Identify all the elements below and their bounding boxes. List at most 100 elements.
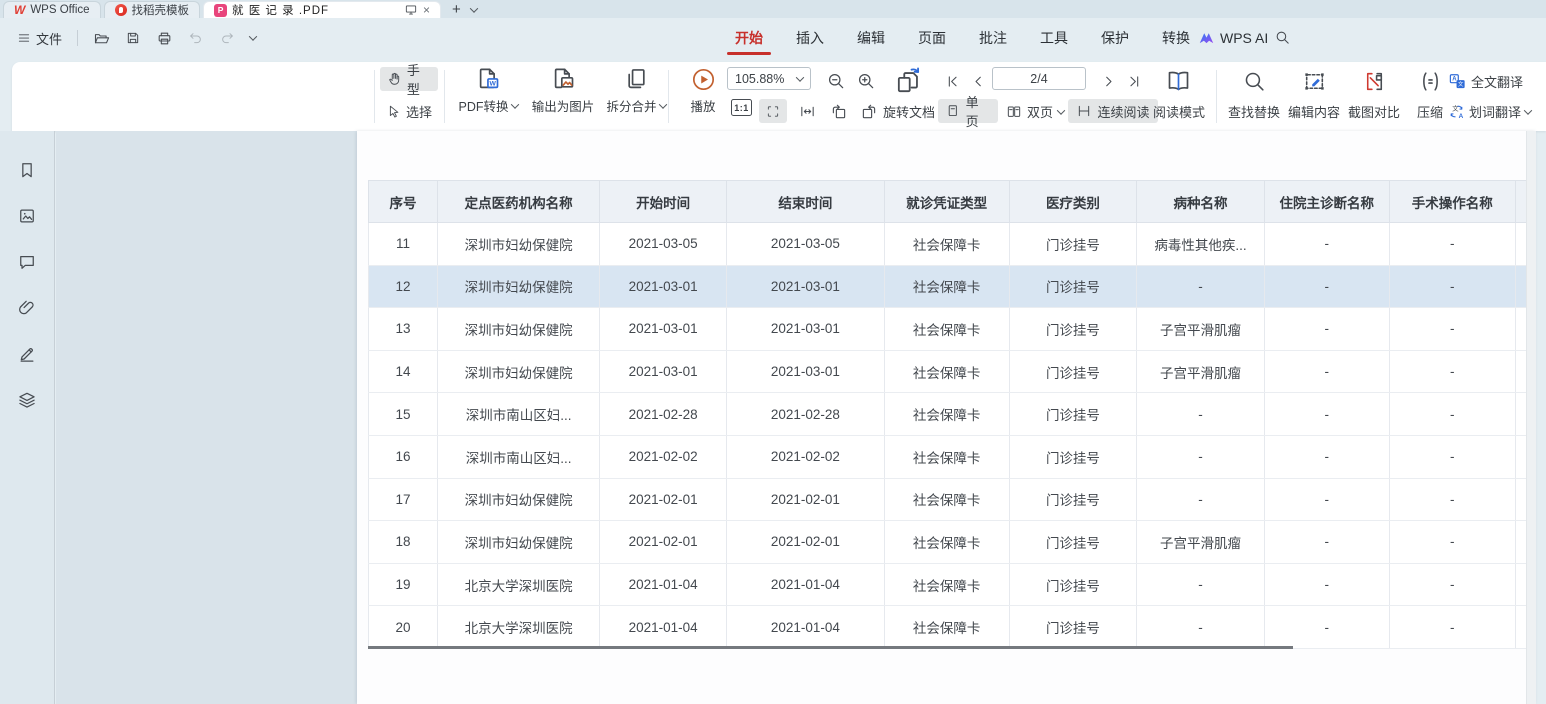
comments-panel-button[interactable]: [14, 249, 40, 275]
tab-wps-office[interactable]: W WPS Office: [3, 1, 101, 18]
next-page-button[interactable]: [1096, 67, 1120, 95]
side-icon-rail: [0, 131, 55, 704]
read-mode-button[interactable]: 阅读模式: [1148, 99, 1210, 124]
table-cell: 2021-01-04: [727, 606, 884, 649]
cursor-icon: [386, 104, 401, 119]
zoom-level-input[interactable]: 105.88%: [727, 67, 811, 90]
redo-button[interactable]: [216, 28, 238, 48]
actual-size-button[interactable]: 1:1: [731, 99, 752, 116]
svg-text:A: A: [1459, 113, 1464, 120]
compress-icon-button[interactable]: [1410, 67, 1450, 95]
table-cell: -: [1389, 265, 1515, 308]
play-button[interactable]: 播放: [676, 66, 730, 126]
single-page-label: 单页: [966, 92, 991, 130]
bookmarks-panel-button[interactable]: [14, 157, 40, 183]
read-mode-icon-button[interactable]: [1160, 67, 1196, 95]
edit-content-button[interactable]: 编辑内容: [1284, 99, 1344, 124]
tab-list-chevron-icon[interactable]: [466, 1, 482, 18]
zoom-out-button[interactable]: [822, 67, 850, 95]
open-file-button[interactable]: [90, 28, 113, 49]
new-tab-button[interactable]: +: [447, 1, 466, 18]
navigation-panel[interactable]: [56, 131, 357, 704]
menu-protect[interactable]: 保护: [1099, 19, 1131, 57]
menu-home[interactable]: 开始: [733, 19, 765, 57]
rotate-left-icon: [830, 103, 848, 121]
menu-insert[interactable]: 插入: [794, 19, 826, 57]
fit-page-button[interactable]: [759, 99, 787, 123]
rotate-document-icon-button[interactable]: [888, 67, 928, 95]
word-translate-button[interactable]: 文A 划词翻译: [1448, 99, 1546, 124]
menu-annotate[interactable]: 批注: [977, 19, 1009, 57]
screenshot-compare-button[interactable]: 截图对比: [1344, 99, 1404, 124]
find-replace-icon-button[interactable]: [1234, 67, 1274, 95]
tab-docer-templates[interactable]: 找稻壳模板: [104, 1, 201, 18]
compress-button[interactable]: 压缩: [1410, 99, 1450, 124]
tab-document-pdf[interactable]: P 就 医 记 录 .PDF ×: [203, 1, 441, 18]
table-cell: -: [1264, 350, 1389, 393]
export-image-button[interactable]: 输出为图片: [526, 66, 600, 126]
table-cell: -: [1389, 393, 1515, 436]
word-translate-icon: 文A: [1448, 103, 1465, 120]
table-cell: 社会保障卡: [884, 265, 1009, 308]
table-cell: 社会保障卡: [884, 308, 1009, 351]
image-icon: [17, 206, 37, 226]
save-button[interactable]: [122, 28, 144, 48]
select-tool-button[interactable]: 选择: [382, 99, 436, 124]
pdf-page[interactable]: 序号定点医药机构名称开始时间结束时间就诊凭证类型医疗类别病种名称住院主诊断名称手…: [357, 131, 1536, 704]
split-merge-button[interactable]: 拆分合并: [600, 66, 672, 126]
undo-button[interactable]: [185, 28, 207, 48]
menu-page[interactable]: 页面: [916, 19, 948, 57]
table-cell: 门诊挂号: [1009, 308, 1137, 351]
word-translate-label: 划词翻译: [1469, 102, 1521, 121]
export-image-icon: [550, 66, 577, 93]
pdf-convert-label: PDF转换: [458, 96, 508, 115]
quickbar-chevron-icon[interactable]: [247, 33, 259, 43]
find-replace-button[interactable]: 查找替换: [1224, 99, 1284, 124]
signature-panel-button[interactable]: [14, 341, 40, 367]
menu-edit[interactable]: 编辑: [855, 19, 887, 57]
split-merge-icon: [623, 66, 650, 93]
continuous-read-button[interactable]: 连续阅读: [1068, 99, 1158, 123]
zoom-in-button[interactable]: [852, 67, 880, 95]
print-button[interactable]: [153, 28, 176, 49]
rotate-left-button[interactable]: [826, 99, 852, 124]
close-tab-icon[interactable]: ×: [423, 4, 430, 16]
first-page-button[interactable]: [940, 67, 964, 95]
wps-pdf-window: W WPS Office 找稻壳模板 P 就 医 记 录 .PDF × + 文件: [0, 0, 1546, 704]
attachments-panel-button[interactable]: [14, 295, 40, 321]
monitor-icon[interactable]: [404, 3, 418, 17]
table-cell: 社会保障卡: [884, 606, 1009, 649]
wps-ai-button[interactable]: WPS AI: [1198, 18, 1268, 58]
table-cell: -: [1137, 435, 1264, 478]
table-cell: 社会保障卡: [884, 393, 1009, 436]
menu-convert[interactable]: 转换: [1160, 19, 1192, 57]
pdf-convert-button[interactable]: W PDF转换: [450, 66, 526, 126]
screenshot-compare-label: 截图对比: [1348, 102, 1400, 121]
vertical-scrollbar[interactable]: [1526, 131, 1536, 704]
quick-access-toolbar: 文件: [14, 18, 259, 58]
edit-content-icon-button[interactable]: [1294, 67, 1334, 95]
screenshot-compare-icon-button[interactable]: [1354, 67, 1394, 95]
rotate-right-icon: [860, 103, 878, 121]
previous-page-button[interactable]: [966, 67, 990, 95]
fit-width-button[interactable]: [793, 99, 821, 124]
double-page-button[interactable]: 双页: [1002, 99, 1068, 124]
layers-panel-button[interactable]: [14, 387, 40, 413]
full-translate-button[interactable]: A文 全文翻译: [1448, 67, 1540, 95]
wps-ai-label: WPS AI: [1220, 30, 1268, 46]
divider: [1216, 70, 1217, 123]
search-icon[interactable]: [1274, 29, 1291, 46]
last-page-button[interactable]: [1122, 67, 1146, 95]
column-header: 序号: [369, 181, 438, 223]
tab-label: 找稻壳模板: [132, 2, 190, 18]
page-number-input[interactable]: 2/4: [992, 67, 1086, 90]
thumbnails-panel-button[interactable]: [14, 203, 40, 229]
file-menu-button[interactable]: 文件: [14, 27, 65, 50]
rotate-document-button[interactable]: 旋转文档: [878, 99, 940, 124]
menu-tools[interactable]: 工具: [1038, 19, 1070, 57]
next-page-icon: [1100, 73, 1117, 90]
single-page-button[interactable]: 单页: [938, 99, 998, 123]
hand-tool-button[interactable]: 手型: [380, 67, 438, 91]
table-cell: 北京大学深圳医院: [438, 606, 600, 649]
undo-icon: [188, 30, 204, 46]
